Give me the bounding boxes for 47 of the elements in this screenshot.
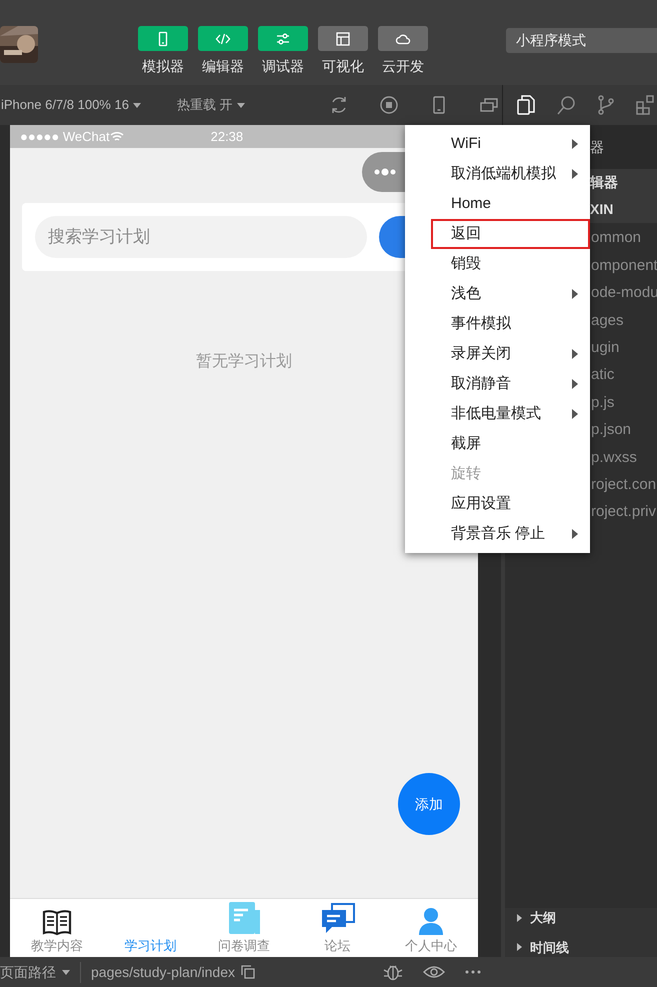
add-button[interactable]: 添加 <box>398 773 460 835</box>
menu-item[interactable]: 取消静音 <box>405 369 590 399</box>
menu-item[interactable]: 录屏关闭 <box>405 339 590 369</box>
time-text: 22:38 <box>210 128 244 146</box>
mode-select[interactable]: 小程序模式 <box>506 28 657 53</box>
search-field[interactable]: 搜索学习计划 <box>35 216 367 258</box>
carrier-text: ●●●●● WeChat <box>20 128 110 146</box>
file-item[interactable]: atic <box>591 364 614 387</box>
panel-header[interactable]: 大纲 <box>517 908 657 928</box>
menu-item[interactable]: 返回 <box>431 219 590 249</box>
toolbar-label: 云开发 <box>382 57 424 76</box>
file-item[interactable]: p.json <box>591 419 632 442</box>
file-item[interactable]: p.wxss <box>591 446 637 470</box>
empty-text: 暂无学习计划 <box>196 352 292 372</box>
tab-item[interactable]: 学习计划 <box>104 899 198 957</box>
tab-item[interactable]: 论坛 <box>290 899 384 957</box>
file-item[interactable]: ages <box>591 310 624 332</box>
menu-item[interactable]: Home <box>405 189 590 219</box>
path-select[interactable]: 页面路径 <box>0 962 81 982</box>
tab-item[interactable]: 个人中心 <box>384 899 478 957</box>
menu-item[interactable]: 浅色 <box>405 279 590 309</box>
menu-item[interactable]: 销毁 <box>405 249 590 279</box>
panel-title: 器 <box>590 138 604 156</box>
menu-item[interactable]: 取消低端机模拟 <box>405 159 590 189</box>
section-title: 辑器 <box>590 173 618 192</box>
file-item[interactable]: ommon <box>591 227 642 250</box>
tab-item[interactable]: 教学内容 <box>10 899 104 957</box>
file-item[interactable]: p.js <box>591 392 614 414</box>
hot-reload-select[interactable]: 热重载 开 <box>177 95 297 115</box>
menu-item[interactable]: 非低电量模式 <box>405 399 590 429</box>
toolbar-label: 编辑器 <box>202 57 244 76</box>
file-item[interactable]: ugin <box>591 337 620 360</box>
page-path: pages/study-plan/index <box>91 962 235 982</box>
file-item[interactable]: roject.priv <box>591 501 656 524</box>
menu-item[interactable]: 事件模拟 <box>405 309 590 339</box>
toolbar-label: 可视化 <box>322 57 364 76</box>
menu-item[interactable]: 应用设置 <box>405 489 590 519</box>
menu-item[interactable]: 背景音乐 停止 <box>405 519 590 549</box>
menu-item[interactable]: WiFi <box>405 129 590 159</box>
tab-item[interactable]: 问卷调查 <box>197 899 291 957</box>
file-item[interactable]: roject.con <box>591 474 656 496</box>
toolbar-label: 调试器 <box>262 57 304 76</box>
menu-item[interactable]: 截屏 <box>405 429 590 459</box>
panel-header[interactable]: 时间线 <box>517 938 657 957</box>
toolbar-label: 模拟器 <box>142 57 184 76</box>
project-title: XIN <box>590 200 614 219</box>
device-select[interactable]: iPhone 6/7/8 100% 16 <box>0 95 165 115</box>
